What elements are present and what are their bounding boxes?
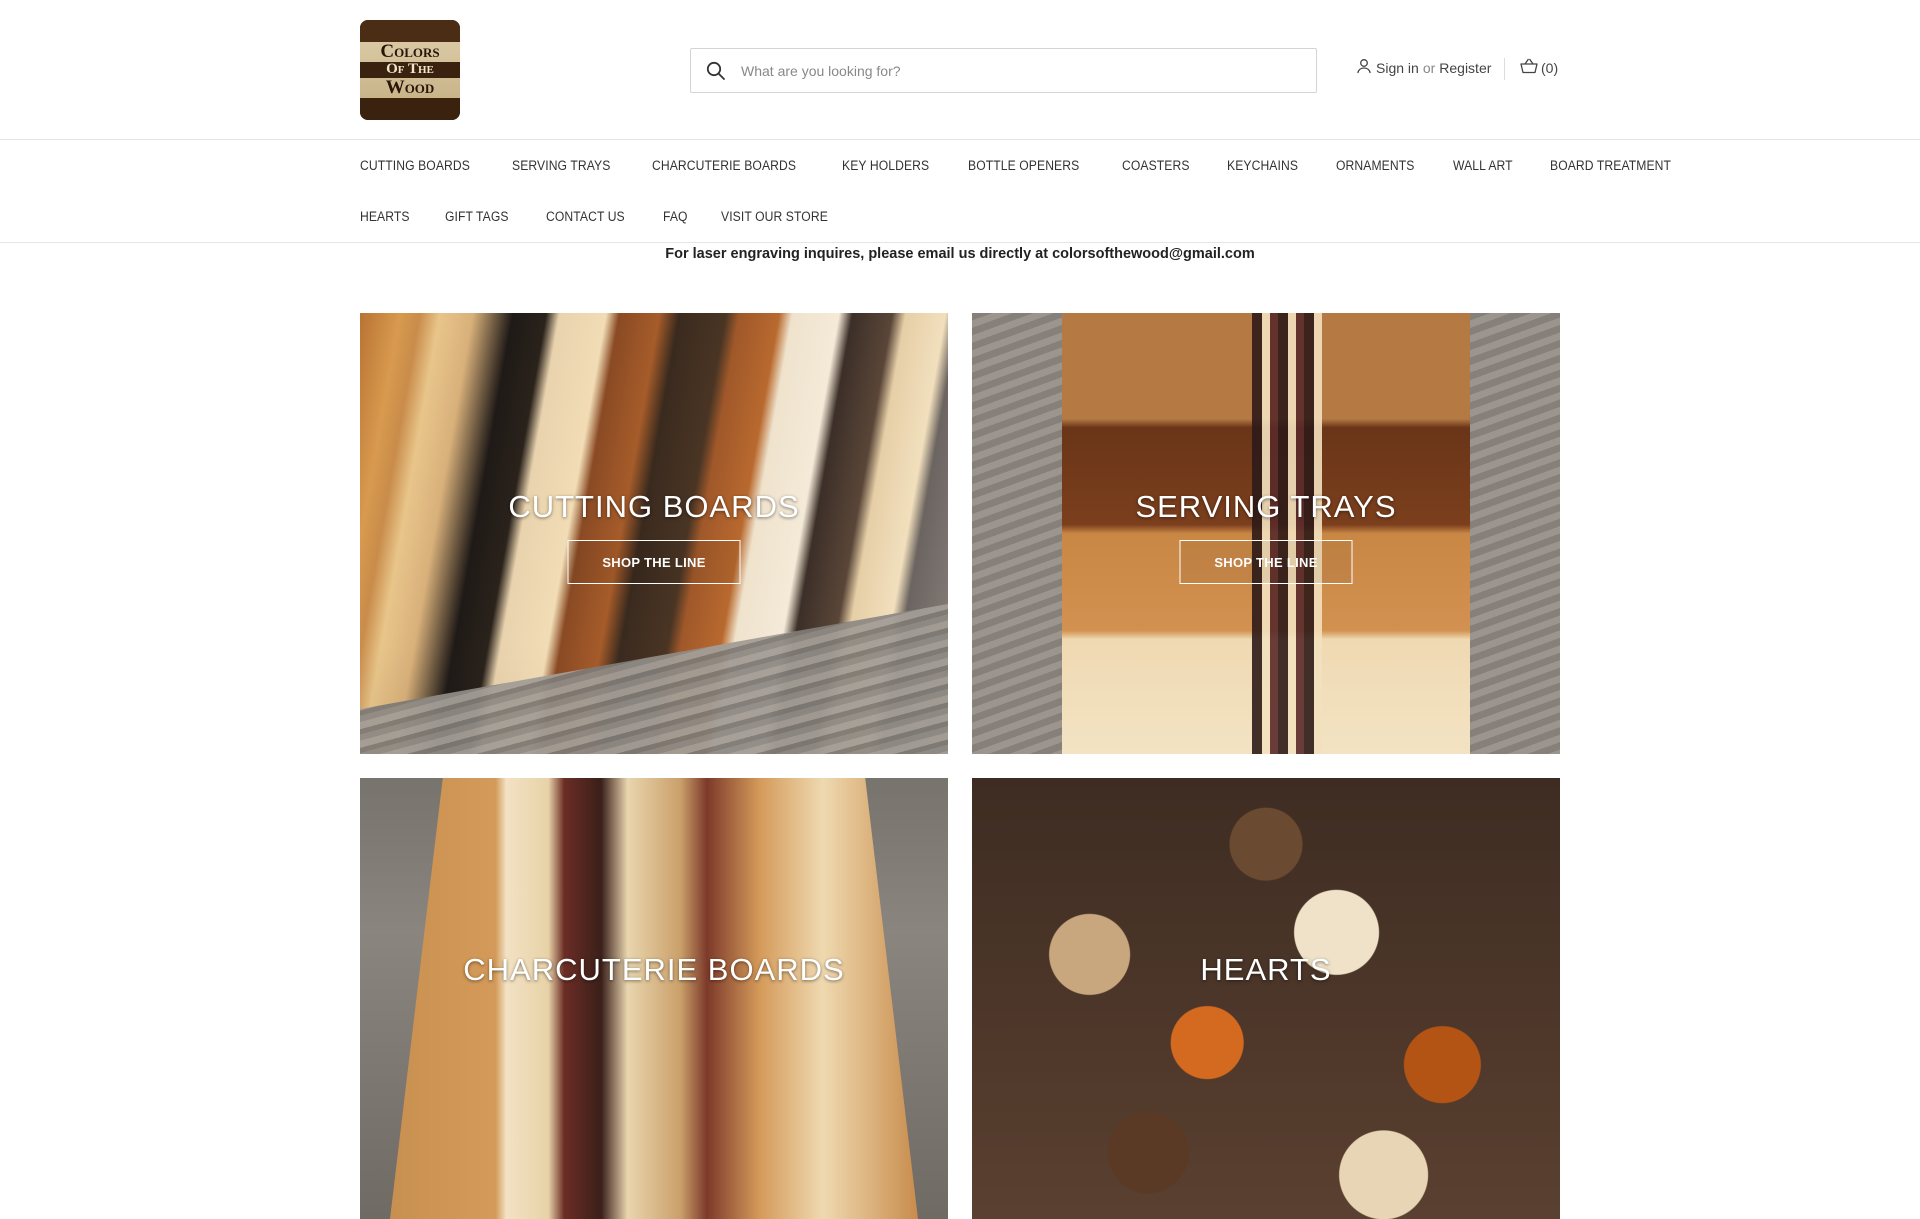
shop-the-line-button[interactable]: Shop The Line [1179,540,1353,584]
nav-item-serving-trays[interactable]: Serving Trays [512,158,610,173]
nav-row-1: Cutting Boards Serving Trays Charcuterie… [360,158,1714,173]
nav-item-wall-art[interactable]: Wall Art [1453,158,1513,173]
category-tile-cutting-boards[interactable]: Cutting Boards Shop The Line [360,313,948,754]
category-tile-serving-trays[interactable]: Serving Trays Shop The Line [972,313,1560,754]
logo-band-top [360,20,460,42]
nav-item-hearts[interactable]: Hearts [360,209,410,224]
search-input[interactable] [741,49,1316,92]
basket-icon [1520,58,1538,77]
account-or-text: or [1422,59,1436,76]
main-navigation: Cutting Boards Serving Trays Charcuterie… [0,140,1920,243]
category-tile-hearts[interactable]: Hearts [972,778,1560,1219]
nav-item-keychains[interactable]: Keychains [1227,158,1298,173]
charcuterie-image [390,778,918,1219]
logo-line-1: Colors [380,41,440,63]
nav-item-gift-tags[interactable]: Gift Tags [445,209,509,224]
category-tile-charcuterie-boards[interactable]: Charcuterie Boards [360,778,948,1219]
nav-row-2: Hearts Gift Tags Contact Us FAQ Visit Ou… [360,209,869,224]
tile-title: Cutting Boards [508,489,800,524]
search-icon[interactable] [691,61,741,81]
search-bar [690,48,1317,93]
logo[interactable]: Colors Of The Wood [360,20,460,120]
site-header: Colors Of The Wood Sign in or Register (… [0,0,1920,140]
cart-count: (0) [1541,59,1559,76]
header-divider [1504,58,1505,80]
engraving-notice: For laser engraving inquires, please ema… [665,246,1255,262]
user-icon [1356,58,1372,77]
cart-button[interactable]: (0) [1520,58,1558,77]
tile-title: Hearts [1200,952,1332,987]
register-link[interactable]: Register [1439,60,1491,76]
nav-item-coasters[interactable]: Coasters [1122,158,1190,173]
nav-item-charcuterie-boards[interactable]: Charcuterie Boards [652,158,796,173]
shop-the-line-button[interactable]: Shop The Line [567,540,741,584]
nav-item-bottle-openers[interactable]: Bottle Openers [968,158,1079,173]
logo-line-3: Wood [385,76,435,98]
logo-line-2: Of The [360,61,460,78]
nav-item-visit-our-store[interactable]: Visit Our Store [721,209,828,224]
nav-item-faq[interactable]: FAQ [663,209,688,224]
account-links: Sign in or Register [1356,58,1491,77]
nav-item-ornaments[interactable]: Ornaments [1336,158,1414,173]
nav-item-key-holders[interactable]: Key Holders [842,158,929,173]
nav-item-board-treatment[interactable]: Board Treatment [1550,158,1671,173]
nav-item-cutting-boards[interactable]: Cutting Boards [360,158,470,173]
tray-image [1252,313,1322,754]
logo-wordmark: Colors Of The Wood [360,42,460,98]
nav-item-contact-us[interactable]: Contact Us [546,209,625,224]
logo-band-bottom [360,98,460,120]
tile-title: Serving Trays [1135,489,1397,524]
sign-in-link[interactable]: Sign in [1376,60,1419,76]
tile-title: Charcuterie Boards [463,952,845,987]
